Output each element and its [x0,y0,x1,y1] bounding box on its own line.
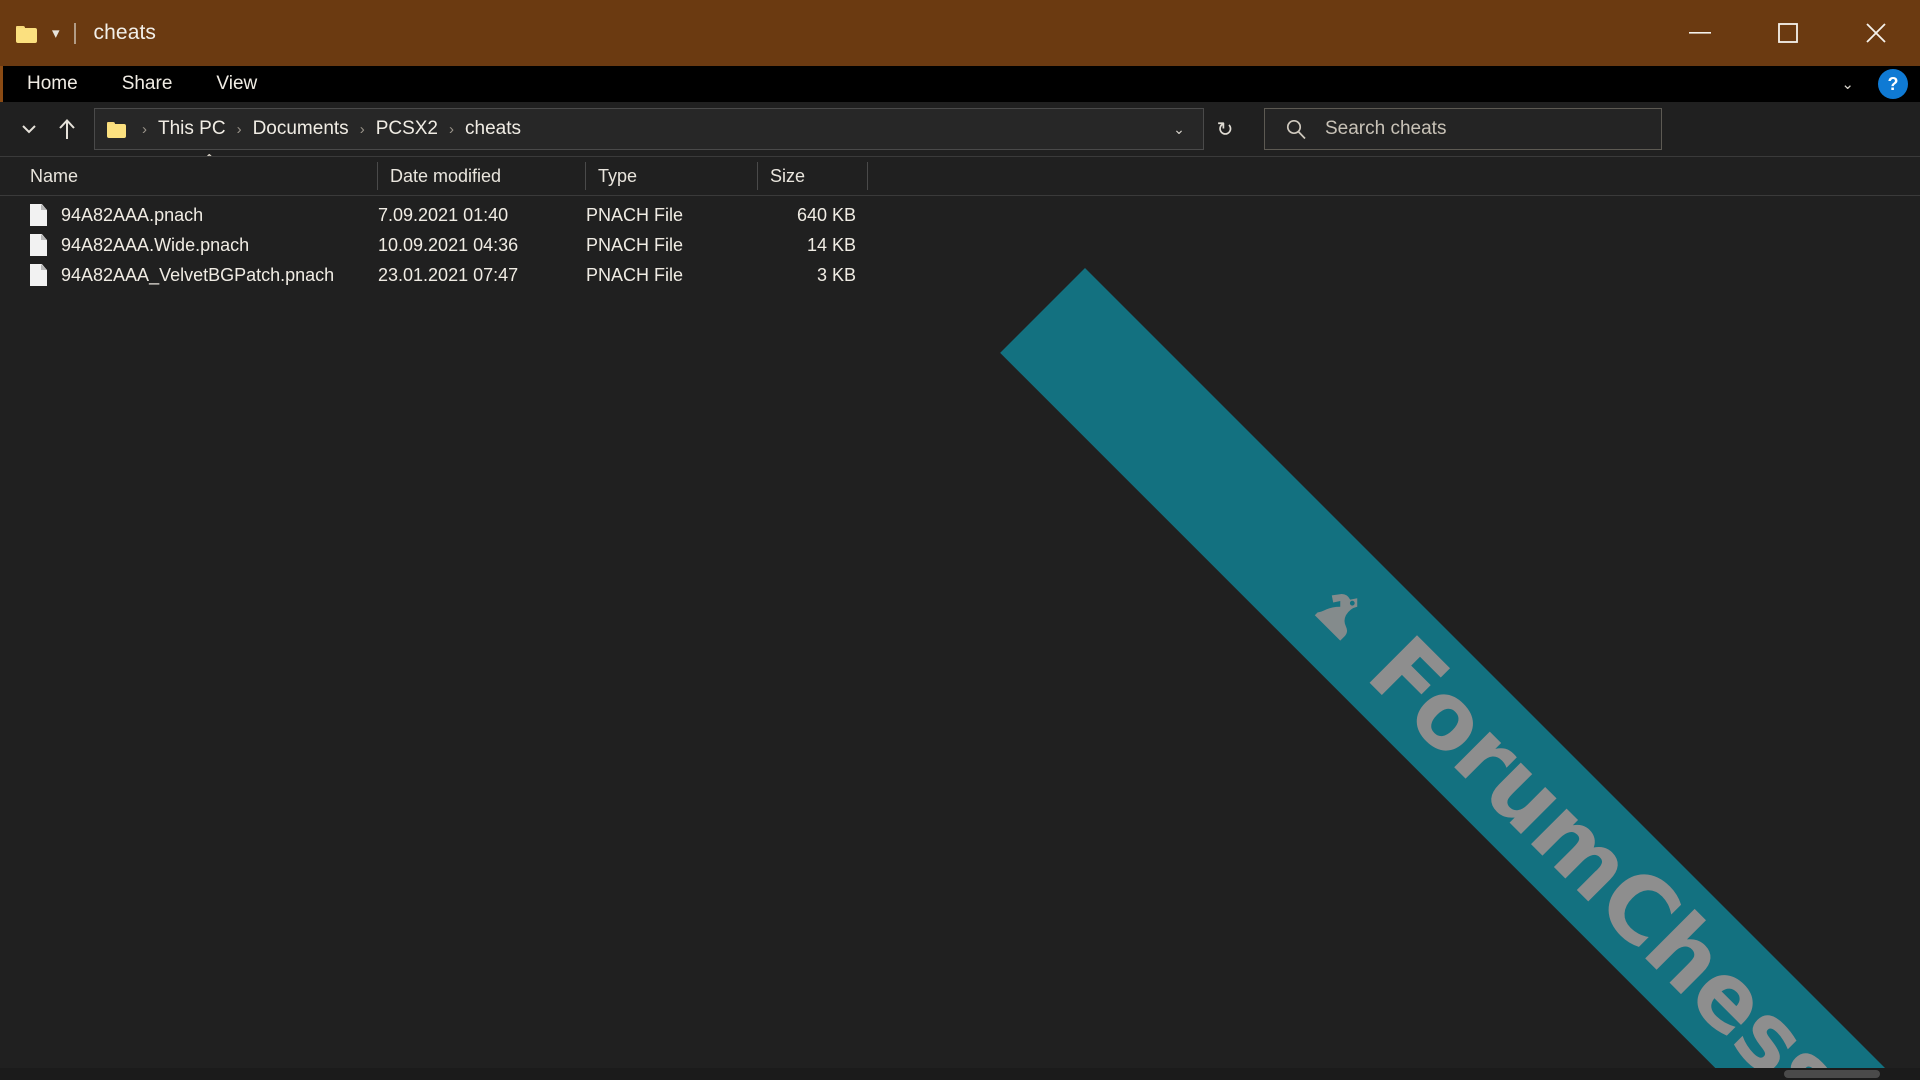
file-size-cell: 3 KB [816,264,856,285]
chess-knight-icon [1288,555,1396,663]
ribbon-right-controls: ⌄ ? [1833,69,1920,99]
file-icon [30,204,47,226]
column-header-size-label: Size [770,165,806,186]
watermark-text: ForumChess [1348,616,1866,1080]
column-header-type[interactable]: Type [586,156,758,196]
column-header-date-modified[interactable]: Date modified [378,156,586,196]
search-icon [1285,118,1307,140]
file-name-label: 94A82AAA.pnach [61,204,204,225]
column-header-row: Name Date modified Type Size [0,156,1920,196]
file-name-label: 94A82AAA.Wide.pnach [61,234,250,255]
quick-access-caret-icon[interactable]: ▾ [52,26,60,41]
file-date-cell: 10.09.2021 04:36 [378,234,519,255]
column-header-date-label: Date modified [390,165,502,186]
ribbon-bar: Home Share View ⌄ ? [0,66,1920,102]
breadcrumb-item-pcsx2[interactable]: PCSX2 [372,118,442,140]
file-date-cell: 23.01.2021 07:47 [378,264,519,285]
file-type-cell: PNACH File [586,204,684,225]
breadcrumb-separator: › [142,120,147,138]
file-name-cell: 94A82AAA.Wide.pnach [0,234,378,256]
close-button[interactable] [1832,0,1920,66]
file-name-cell: 94A82AAA.pnach [0,204,378,226]
table-row[interactable]: 94A82AAA.pnach 7.09.2021 01:40 PNACH Fil… [0,200,1920,230]
breadcrumb-separator: › [236,120,242,138]
search-placeholder: Search cheats [1325,118,1447,139]
file-date-cell: 7.09.2021 01:40 [378,204,509,225]
file-name-label: 94A82AAA_VelvetBGPatch.pnach [61,264,335,285]
file-type-cell: PNACH File [586,264,684,285]
address-bar-row: › This PC › Documents › PCSX2 › cheats ⌄… [0,102,1920,156]
table-row[interactable]: 94A82AAA.Wide.pnach 10.09.2021 04:36 PNA… [0,230,1920,260]
file-type-cell: PNACH File [586,234,684,255]
folder-icon [107,121,127,138]
file-name-cell: 94A82AAA_VelvetBGPatch.pnach [0,264,378,286]
ribbon-tabs: Home Share View [3,66,279,102]
breadcrumb-item-documents[interactable]: Documents [249,118,353,140]
table-row[interactable]: 94A82AAA_VelvetBGPatch.pnach 23.01.2021 … [0,260,1920,290]
file-icon [30,264,47,286]
up-one-level-button[interactable] [50,107,84,151]
tab-share[interactable]: Share [100,66,195,102]
file-explorer-window: ▾ cheats Home Share View ⌄ ? › This PC ›… [0,0,1920,1080]
search-input[interactable]: Search cheats [1264,108,1662,150]
address-box[interactable]: › This PC › Documents › PCSX2 › cheats ⌄ [94,108,1204,150]
refresh-button[interactable]: ↻ [1204,117,1246,142]
title-bar: ▾ cheats [0,0,1920,66]
window-controls [1656,0,1920,66]
file-list: 94A82AAA.pnach 7.09.2021 01:40 PNACH Fil… [0,200,1920,290]
breadcrumb-separator: › [449,120,454,138]
tab-home[interactable]: Home [3,66,100,102]
file-size-cell: 640 KB [796,204,856,225]
column-header-name[interactable]: Name [0,156,378,196]
title-bar-left: ▾ cheats [0,0,156,66]
file-icon [30,234,47,256]
column-header-type-label: Type [598,165,638,186]
recent-locations-button[interactable] [12,107,46,151]
watermark-banner: ForumChess [1000,268,1899,1080]
column-divider[interactable] [867,162,868,190]
breadcrumb: › This PC › Documents › PCSX2 › cheats [107,118,1161,140]
help-button[interactable]: ? [1878,69,1908,99]
window-title: cheats [93,21,157,44]
scrollbar-thumb[interactable] [1784,1070,1880,1078]
file-size-cell: 14 KB [806,234,856,255]
column-header-size[interactable]: Size [758,156,868,196]
horizontal-scrollbar[interactable] [0,1068,1920,1080]
address-dropdown-icon[interactable]: ⌄ [1161,121,1197,138]
title-divider [73,22,76,44]
breadcrumb-item-cheats[interactable]: cheats [461,118,525,140]
tab-view[interactable]: View [194,66,279,102]
breadcrumb-separator: › [359,120,365,138]
breadcrumb-item-this-pc[interactable]: This PC [154,118,230,140]
maximize-button[interactable] [1744,0,1832,66]
chevron-down-icon[interactable]: ⌄ [1833,75,1862,93]
column-header-name-label: Name [30,165,79,186]
folder-icon [16,24,38,43]
minimize-button[interactable] [1656,0,1744,66]
